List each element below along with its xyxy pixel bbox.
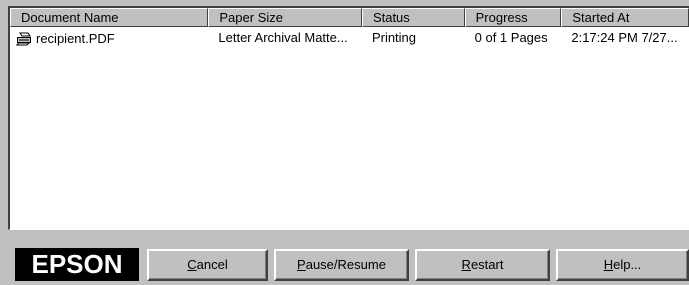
button-bar: EPSON Cancel Pause/Resume Restart Help..… [0,236,689,285]
pause-resume-mnemonic: P [297,257,306,272]
help-label: elp... [613,257,642,272]
help-button[interactable]: Help... [556,249,689,281]
column-header-document-name[interactable]: Document Name [10,8,209,27]
list-header: Document Name Paper Size Status Progress… [10,8,689,27]
column-header-paper-size[interactable]: Paper Size [208,8,362,27]
cancel-label: ancel [196,257,228,272]
restart-mnemonic: R [461,257,471,272]
cell-started-at: 2:17:24 PM 7/27... [571,30,678,45]
restart-button[interactable]: Restart [415,249,550,281]
print-queue-window: Document Name Paper Size Status Progress… [0,0,689,285]
cancel-mnemonic: C [187,257,197,272]
cell-paper-size: Letter Archival Matte... [218,30,348,45]
cancel-button[interactable]: Cancel [147,249,268,281]
restart-label: estart [470,257,504,272]
document-name-text: recipient.PDF [36,31,115,46]
table-row[interactable]: recipient.PDF Letter Archival Matte... P… [10,29,689,49]
column-header-status[interactable]: Status [361,8,465,27]
cell-document-name: recipient.PDF [10,29,208,49]
epson-logo: EPSON [15,248,139,281]
cell-status: Printing [371,30,417,45]
printer-document-icon [15,32,32,46]
column-header-progress[interactable]: Progress [464,8,562,27]
column-header-started-at[interactable]: Started At [561,8,689,27]
help-mnemonic: H [603,257,614,272]
pause-resume-label: ause/Resume [305,257,386,272]
print-job-list[interactable]: Document Name Paper Size Status Progress… [8,6,689,230]
list-body: recipient.PDF Letter Archival Matte... P… [10,29,689,49]
pause-resume-button[interactable]: Pause/Resume [274,249,409,281]
cell-progress: 0 of 1 Pages [474,30,548,45]
